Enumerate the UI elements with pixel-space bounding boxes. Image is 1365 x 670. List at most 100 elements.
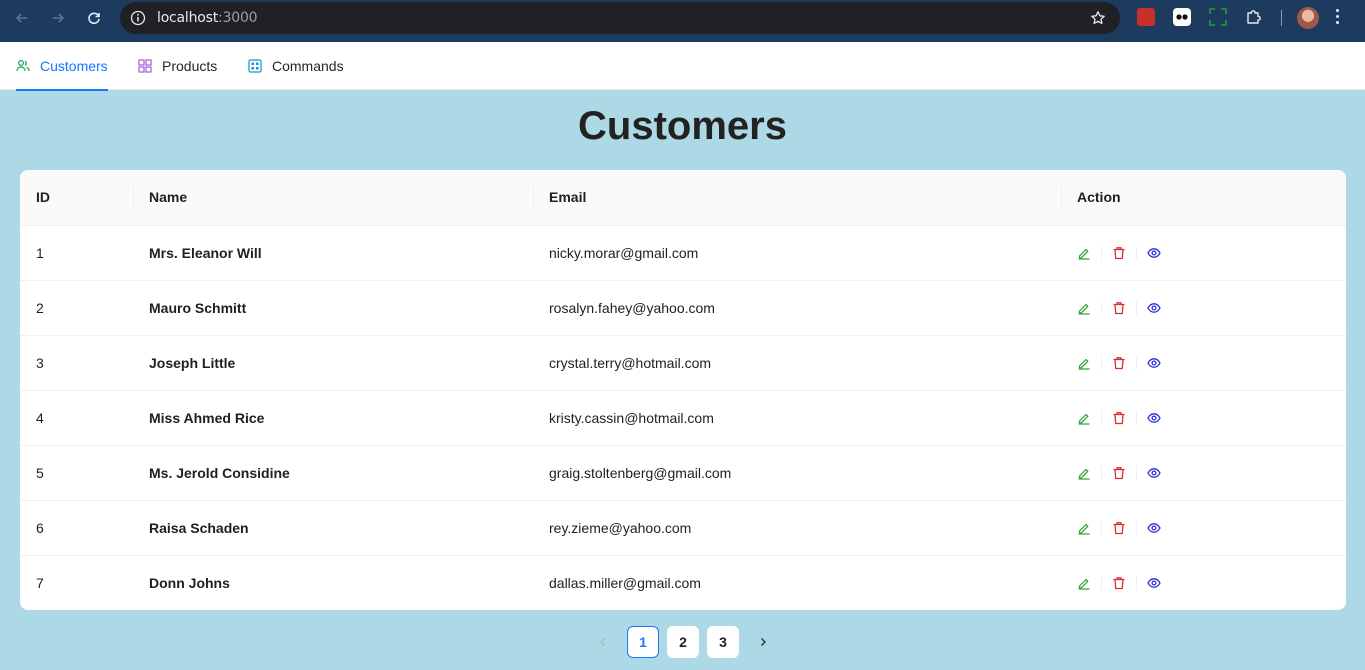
cell-name: Donn Johns (133, 555, 533, 610)
edit-icon[interactable] (1077, 356, 1091, 370)
toolbar-divider (1281, 10, 1282, 26)
browser-toolbar: localhost:3000 (0, 0, 1365, 42)
table-row: 6 Raisa Schaden rey.zieme@yahoo.com (20, 500, 1346, 556)
customers-table: ID Name Email Action 1 Mrs. Eleanor Will… (20, 170, 1346, 610)
view-icon[interactable] (1147, 411, 1161, 425)
cell-actions (1061, 500, 1346, 556)
cell-actions (1061, 225, 1346, 281)
delete-icon[interactable] (1112, 246, 1126, 260)
browser-menu-icon[interactable] (1336, 9, 1340, 27)
cell-name: Joseph Little (133, 335, 533, 391)
view-icon[interactable] (1147, 466, 1161, 480)
cell-actions (1061, 390, 1346, 446)
table-row: 7 Donn Johns dallas.miller@gmail.com (20, 555, 1346, 610)
table-row: 1 Mrs. Eleanor Will nicky.morar@gmail.co… (20, 225, 1346, 281)
cell-name: Raisa Schaden (133, 500, 533, 556)
edit-icon[interactable] (1077, 301, 1091, 315)
cell-id: 2 (20, 280, 133, 336)
prev-page-button[interactable] (587, 626, 619, 658)
cell-email: rosalyn.fahey@yahoo.com (533, 280, 1061, 336)
table-row: 4 Miss Ahmed Rice kristy.cassin@hotmail.… (20, 390, 1346, 446)
view-icon[interactable] (1147, 356, 1161, 370)
chevron-left-icon (600, 638, 605, 646)
cell-name: Mauro Schmitt (133, 280, 533, 336)
bookmark-star-icon[interactable] (1090, 10, 1106, 26)
url-text: localhost:3000 (157, 10, 258, 26)
url-port: :3000 (218, 10, 258, 26)
column-header-action: Action (1061, 170, 1346, 226)
cell-name: Miss Ahmed Rice (133, 390, 533, 446)
cell-actions (1061, 555, 1346, 610)
page-2-button[interactable]: 2 (667, 626, 699, 658)
cell-name: Ms. Jerold Considine (133, 445, 533, 501)
reload-icon (88, 12, 100, 25)
tab-customers-label: Customers (40, 58, 108, 74)
cell-id: 7 (20, 555, 133, 610)
back-button[interactable] (10, 6, 34, 30)
tab-commands[interactable]: Commands (248, 42, 344, 90)
page-3-button[interactable]: 3 (707, 626, 739, 658)
cell-id: 4 (20, 390, 133, 446)
delete-icon[interactable] (1112, 411, 1126, 425)
table-header-row: ID Name Email Action (20, 170, 1346, 226)
page-title: Customers (578, 104, 787, 148)
extension-eyes-icon[interactable] (1173, 8, 1191, 26)
users-icon (16, 59, 30, 73)
url-host: localhost (157, 10, 219, 26)
cell-id: 3 (20, 335, 133, 391)
forward-button[interactable] (46, 6, 70, 30)
tab-products-label: Products (162, 58, 218, 74)
extension-screenshot-icon[interactable] (1209, 8, 1227, 26)
extensions-puzzle-icon[interactable] (1245, 8, 1263, 26)
app-tabbar: Customers Products Commands (0, 42, 1365, 91)
column-header-id: ID (20, 170, 133, 226)
address-bar[interactable]: localhost:3000 (120, 2, 1120, 34)
cell-id: 6 (20, 500, 133, 556)
delete-icon[interactable] (1112, 301, 1126, 315)
tab-customers[interactable]: Customers (16, 42, 108, 91)
tab-products[interactable]: Products (138, 42, 217, 90)
cell-id: 1 (20, 225, 133, 281)
delete-icon[interactable] (1112, 521, 1126, 535)
tab-commands-label: Commands (272, 58, 344, 74)
column-header-name: Name (133, 170, 533, 226)
cell-email: crystal.terry@hotmail.com (533, 335, 1061, 391)
chevron-right-icon (761, 638, 766, 646)
extension-red-icon[interactable] (1137, 8, 1155, 26)
cell-actions (1061, 280, 1346, 336)
edit-icon[interactable] (1077, 466, 1091, 480)
profile-avatar[interactable] (1297, 7, 1319, 29)
edit-icon[interactable] (1077, 576, 1091, 590)
view-icon[interactable] (1147, 521, 1161, 535)
cell-email: nicky.morar@gmail.com (533, 225, 1061, 281)
delete-icon[interactable] (1112, 356, 1126, 370)
view-icon[interactable] (1147, 576, 1161, 590)
table-row: 2 Mauro Schmitt rosalyn.fahey@yahoo.com (20, 280, 1346, 336)
cell-email: rey.zieme@yahoo.com (533, 500, 1061, 556)
site-info-icon[interactable] (130, 10, 146, 26)
command-icon (248, 59, 262, 73)
reload-button[interactable] (82, 6, 106, 30)
delete-icon[interactable] (1112, 576, 1126, 590)
cell-actions (1061, 445, 1346, 501)
cell-email: dallas.miller@gmail.com (533, 555, 1061, 610)
edit-icon[interactable] (1077, 246, 1091, 260)
edit-icon[interactable] (1077, 411, 1091, 425)
arrow-left-icon (15, 13, 27, 23)
cell-name: Mrs. Eleanor Will (133, 225, 533, 281)
pagination: 1 2 3 (0, 626, 1365, 658)
arrow-right-icon (53, 13, 65, 23)
next-page-button[interactable] (747, 626, 779, 658)
page-1-button[interactable]: 1 (627, 626, 659, 658)
column-header-email: Email (533, 170, 1061, 226)
table-row: 3 Joseph Little crystal.terry@hotmail.co… (20, 335, 1346, 391)
cell-email: graig.stoltenberg@gmail.com (533, 445, 1061, 501)
edit-icon[interactable] (1077, 521, 1091, 535)
view-icon[interactable] (1147, 301, 1161, 315)
cell-actions (1061, 335, 1346, 391)
table-row: 5 Ms. Jerold Considine graig.stoltenberg… (20, 445, 1346, 501)
cell-id: 5 (20, 445, 133, 501)
delete-icon[interactable] (1112, 466, 1126, 480)
cell-email: kristy.cassin@hotmail.com (533, 390, 1061, 446)
view-icon[interactable] (1147, 246, 1161, 260)
